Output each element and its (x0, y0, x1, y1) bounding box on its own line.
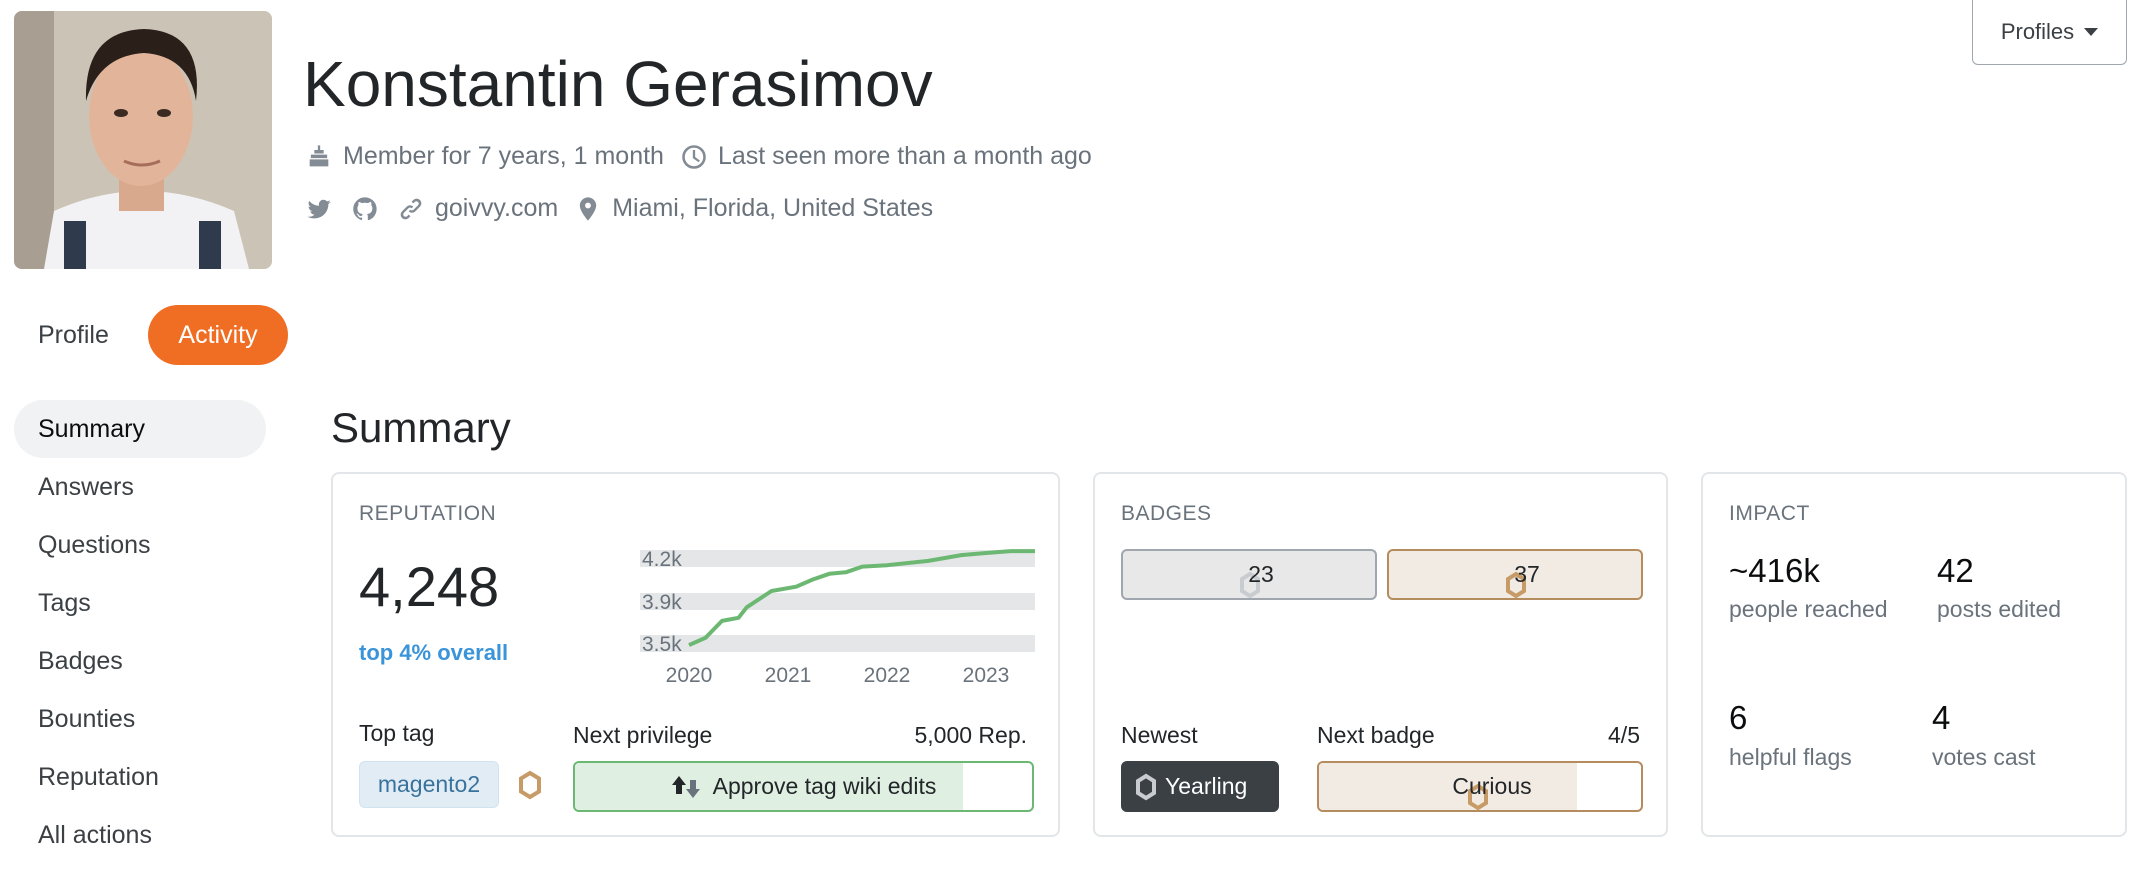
next-badge-progress[interactable]: Curious (1317, 761, 1643, 812)
badges-caption: BADGES (1121, 502, 1212, 525)
helpful-flags-label: helpful flags (1729, 744, 1852, 770)
helpful-flags-value: 6 (1729, 699, 1748, 736)
next-privilege-rep: 5,000 Rep. (914, 722, 1027, 748)
tab-activity[interactable]: Activity (148, 305, 288, 365)
newest-badge-name: Yearling (1165, 773, 1248, 799)
user-name: Konstantin Gerasimov (303, 48, 933, 120)
tab-profile[interactable]: Profile (14, 305, 133, 365)
link-icon (400, 198, 422, 219)
meta-row-2: goivvy.com Miami, Florida, United States (305, 194, 933, 223)
x-tick-label: 2021 (765, 664, 812, 687)
next-badge-name: Curious (1452, 773, 1532, 799)
gridline-band (640, 593, 1035, 610)
next-privilege-label: Next privilege (573, 722, 713, 748)
avatar[interactable] (14, 11, 272, 269)
location-pin-icon (580, 196, 597, 221)
next-badge-label: Next badge (1317, 722, 1435, 748)
sidebar-item-bounties[interactable]: Bounties (14, 690, 266, 748)
newest-badge[interactable]: Yearling (1121, 761, 1279, 812)
profiles-dropdown-button[interactable]: Profiles (1972, 0, 2127, 65)
meta-row-1: Member for 7 years, 1 month Last seen mo… (305, 142, 1092, 171)
y-tick-label: 3.9k (642, 591, 682, 614)
people-reached-label: people reached (1729, 596, 1888, 622)
bronze-badge-icon (1136, 773, 1156, 800)
sidebar-item-all-actions[interactable]: All actions (14, 806, 266, 864)
x-tick-label: 2023 (963, 664, 1010, 687)
website-link[interactable]: goivvy.com (435, 194, 558, 223)
cake-icon (309, 144, 329, 166)
github-icon[interactable] (351, 195, 379, 223)
last-seen: Last seen more than a month ago (717, 142, 1092, 170)
posts-edited-label: posts edited (1937, 596, 2062, 622)
sidebar-item-reputation[interactable]: Reputation (14, 748, 266, 806)
sidebar-item-questions[interactable]: Questions (14, 516, 266, 574)
votes-cast-value: 4 (1932, 699, 1951, 736)
twitter-icon[interactable] (305, 195, 333, 223)
silver-count: 23 (1248, 561, 1274, 587)
sidebar-item-badges[interactable]: Badges (14, 632, 266, 690)
vote-arrows-icon (671, 775, 700, 798)
sidebar-item-answers[interactable]: Answers (14, 458, 266, 516)
bronze-badges[interactable]: 37 (1387, 549, 1643, 600)
page-title: Summary (331, 404, 511, 451)
next-privilege-progress[interactable]: Approve tag wiki edits (573, 761, 1034, 812)
top-tag-label: Top tag (359, 720, 435, 746)
x-tick-label: 2022 (864, 664, 911, 687)
profiles-label: Profiles (2000, 19, 2075, 44)
next-privilege-name: Approve tag wiki edits (712, 773, 937, 799)
sidebar-item-tags[interactable]: Tags (14, 574, 266, 632)
caret-down-icon (2084, 28, 2099, 36)
gridline-band (640, 635, 1035, 652)
next-badge-progress-text: 4/5 (1608, 722, 1640, 748)
sidebar-item-summary[interactable]: Summary (14, 400, 266, 458)
x-tick-label: 2020 (666, 664, 713, 687)
reputation-card: REPUTATION 4,248 top 4% overall 3.5k 3.9k… (331, 472, 1060, 837)
impact-card: IMPACT ~416k people reached 42 posts edi… (1701, 472, 2127, 837)
newest-label: Newest (1121, 722, 1198, 748)
progress-fill (1319, 763, 1577, 810)
y-tick-label: 4.2k (642, 548, 682, 571)
impact-caption: IMPACT (1729, 502, 1810, 525)
bronze-count: 37 (1514, 561, 1540, 587)
votes-cast-label: votes cast (1932, 744, 2036, 770)
location: Miami, Florida, United States (612, 194, 934, 222)
people-reached-value: ~416k (1729, 552, 1820, 589)
clock-icon (682, 144, 706, 169)
badges-card: BADGES 23 37 Newest Yearling Next badge … (1093, 472, 1668, 837)
posts-edited-value: 42 (1937, 552, 1974, 589)
bronze-badge-icon (519, 770, 541, 800)
member-for: Member for 7 years, 1 month (343, 142, 664, 170)
silver-badges[interactable]: 23 (1121, 549, 1377, 600)
top-tag[interactable]: magento2 (359, 761, 499, 808)
y-tick-label: 3.5k (642, 633, 682, 656)
